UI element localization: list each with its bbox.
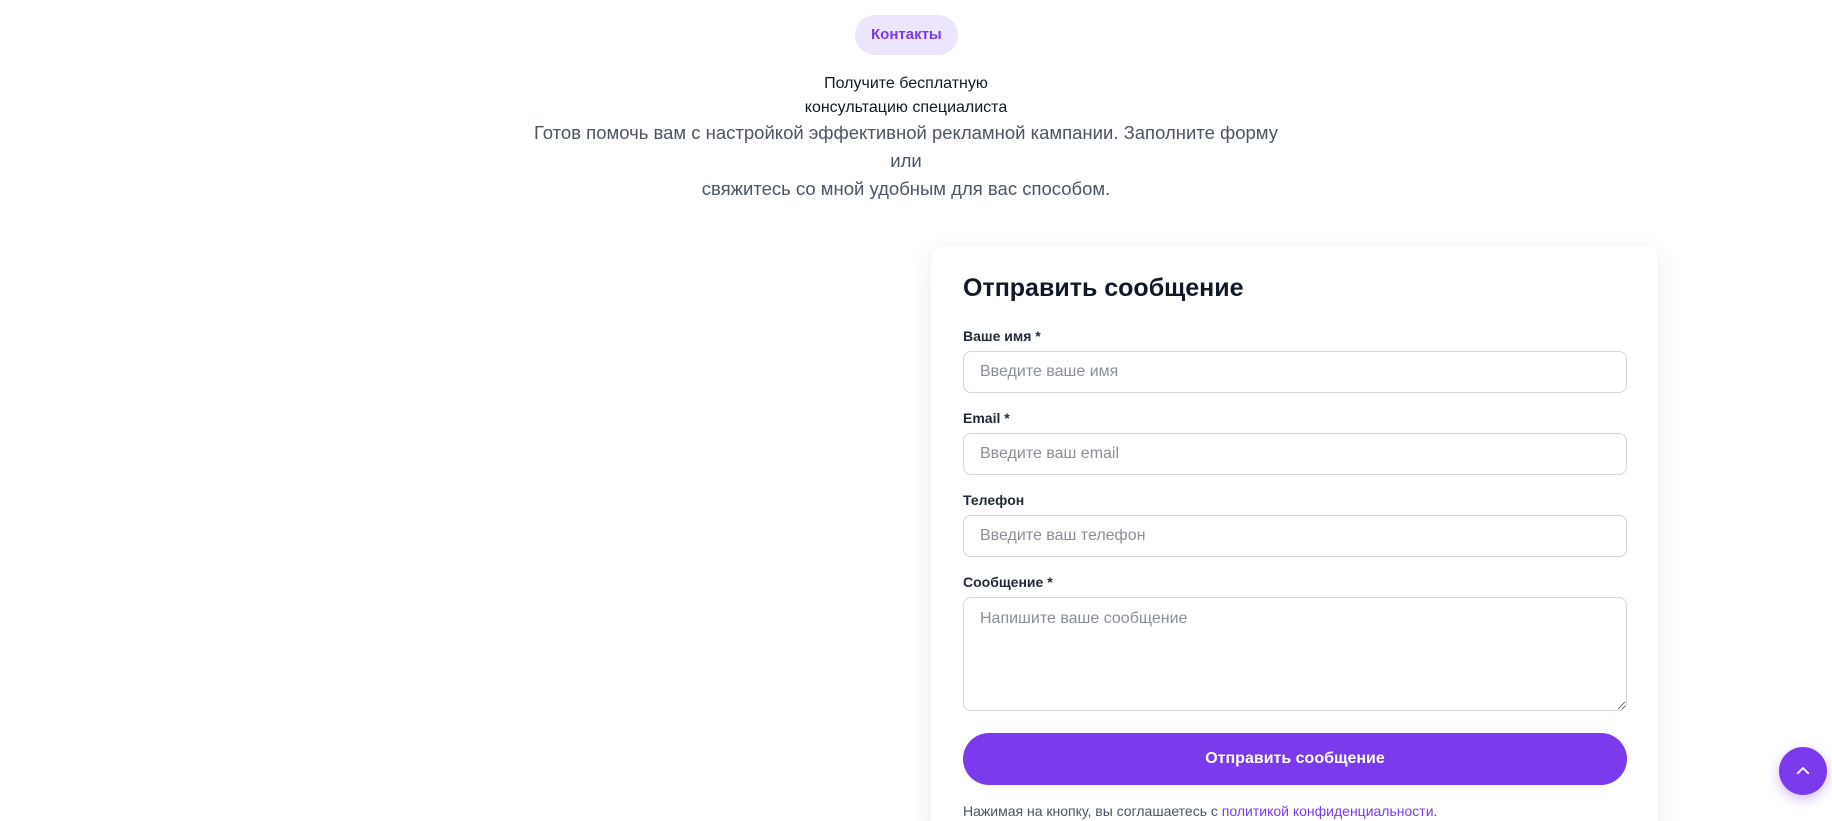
section-subtitle: Готов помочь вам с настройкой эффективно… — [520, 119, 1292, 203]
message-label: Сообщение * — [963, 574, 1053, 590]
phone-input[interactable] — [963, 515, 1627, 557]
section-title-line-2: консультацию специалиста — [804, 99, 1008, 116]
scroll-to-top-button[interactable] — [1779, 747, 1827, 795]
submit-button[interactable]: Отправить сообщение — [963, 733, 1627, 785]
section-title: Получите бесплатную консультацию специал… — [0, 72, 1812, 120]
name-input[interactable] — [963, 351, 1627, 393]
message-textarea[interactable] — [963, 597, 1627, 711]
consent-note: Нажимая на кнопку, вы соглашаетесь с пол… — [963, 803, 1437, 819]
form-title: Отправить сообщение — [963, 274, 1244, 302]
contacts-page: Контакты Получите бесплатную консультаци… — [0, 0, 1832, 821]
name-label: Ваше имя * — [963, 328, 1041, 344]
section-title-line-1: Получите бесплатную — [824, 75, 988, 92]
section-badge: Контакты — [855, 15, 958, 55]
section-subtitle-line-1: Готов помочь вам с настройкой эффективно… — [534, 122, 1278, 171]
consent-text: Нажимая на кнопку, вы соглашаетесь с — [963, 803, 1218, 819]
email-input[interactable] — [963, 433, 1627, 475]
contact-form-card: Отправить сообщение Ваше имя * Email * Т… — [931, 246, 1658, 821]
section-subtitle-line-2: свяжитесь со мной удобным для вас способ… — [701, 178, 1111, 199]
chevron-up-icon — [1794, 762, 1812, 780]
phone-label: Телефон — [963, 492, 1025, 508]
email-label: Email * — [963, 410, 1010, 426]
privacy-policy-link[interactable]: политикой конфиденциальности — [1222, 803, 1434, 819]
consent-end: . — [1433, 803, 1438, 819]
